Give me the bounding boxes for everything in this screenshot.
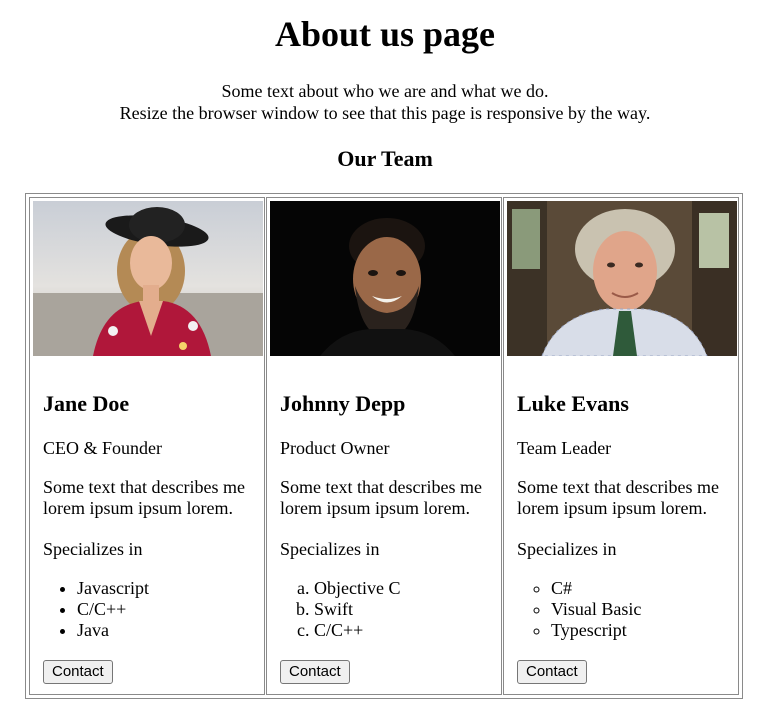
team-card-luke-evans: Luke Evans Team Leader Some text that de… xyxy=(503,197,739,695)
member-description: Some text that describes me lorem ipsum … xyxy=(43,477,245,518)
profile-photo-johnny-depp xyxy=(270,201,500,356)
list-item: Typescript xyxy=(551,620,641,641)
contact-button[interactable]: Contact xyxy=(517,660,587,684)
intro-text: Some text about who we are and what we d… xyxy=(0,80,770,124)
intro-line-1: Some text about who we are and what we d… xyxy=(221,81,549,101)
member-name: Jane Doe xyxy=(43,391,130,416)
specializes-label: Specializes in xyxy=(517,539,617,559)
page-title: About us page xyxy=(274,14,496,54)
intro-line-2: Resize the browser window to see that th… xyxy=(119,103,651,123)
member-description: Some text that describes me lorem ipsum … xyxy=(517,477,719,518)
skills-list: C# Visual Basic Typescript xyxy=(517,578,641,641)
member-role: Product Owner xyxy=(280,438,390,458)
contact-button[interactable]: Contact xyxy=(280,660,350,684)
skills-list: Objective C Swift C/C++ xyxy=(280,578,400,641)
list-item: Swift xyxy=(314,599,400,620)
list-item: Java xyxy=(77,620,149,641)
team-card-johnny-depp: Johnny Depp Product Owner Some text that… xyxy=(266,197,502,695)
member-name: Johnny Depp xyxy=(280,391,406,416)
person-photo-icon xyxy=(507,201,737,356)
member-role: Team Leader xyxy=(517,438,612,458)
member-role: CEO & Founder xyxy=(43,438,162,458)
profile-photo-jane-doe xyxy=(33,201,263,356)
contact-button[interactable]: Contact xyxy=(43,660,113,684)
member-name: Luke Evans xyxy=(517,391,629,416)
specializes-label: Specializes in xyxy=(280,539,380,559)
skills-list: Javascript C/C++ Java xyxy=(43,578,149,641)
profile-photo-luke-evans xyxy=(507,201,737,356)
person-photo-icon xyxy=(33,201,263,356)
list-item: Visual Basic xyxy=(551,599,641,620)
list-item: Objective C xyxy=(314,578,400,599)
person-photo-icon xyxy=(270,201,500,356)
list-item: C/C++ xyxy=(77,599,149,620)
list-item: C# xyxy=(551,578,641,599)
list-item: C/C++ xyxy=(314,620,400,641)
about-page: About us page Some text about who we are… xyxy=(0,0,770,715)
team-heading: Our Team xyxy=(337,146,433,171)
specializes-label: Specializes in xyxy=(43,539,143,559)
team-card-jane-doe: Jane Doe CEO & Founder Some text that de… xyxy=(29,197,265,695)
team-table: Jane Doe CEO & Founder Some text that de… xyxy=(25,193,743,699)
list-item: Javascript xyxy=(77,578,149,599)
member-description: Some text that describes me lorem ipsum … xyxy=(280,477,482,518)
